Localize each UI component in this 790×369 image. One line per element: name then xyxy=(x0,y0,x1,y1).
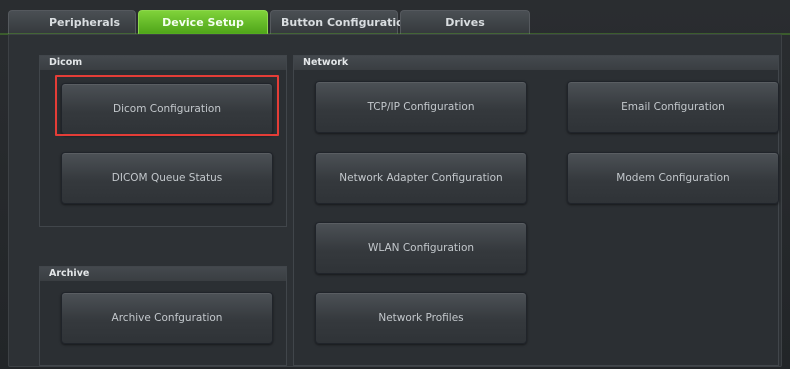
dicom-queue-status-button[interactable]: DICOM Queue Status xyxy=(61,152,273,204)
tab-peripherals[interactable]: Peripherals xyxy=(8,10,136,34)
network-group-title: Network xyxy=(294,56,778,70)
device-setup-window: Peripherals Device Setup Button Configur… xyxy=(0,0,790,369)
tab-button-configuration[interactable]: Button Configuration xyxy=(270,10,412,34)
tab-device-setup[interactable]: Device Setup xyxy=(138,10,268,34)
archive-configuration-button[interactable]: Archive Confguration xyxy=(61,292,273,344)
archive-group: Archive Archive Confguration xyxy=(39,266,287,366)
selection-highlight xyxy=(55,75,279,136)
modem-configuration-button[interactable]: Modem Configuration xyxy=(567,152,779,204)
tab-bar: Peripherals Device Setup Button Configur… xyxy=(8,10,530,34)
email-configuration-button[interactable]: Email Configuration xyxy=(567,81,779,133)
wlan-configuration-button[interactable]: WLAN Configuration xyxy=(315,222,527,274)
tcpip-configuration-button[interactable]: TCP/IP Configuration xyxy=(315,81,527,133)
network-profiles-button[interactable]: Network Profiles xyxy=(315,292,527,344)
network-adapter-configuration-button[interactable]: Network Adapter Configuration xyxy=(315,152,527,204)
dicom-group-title: Dicom xyxy=(40,56,286,70)
network-group: Network TCP/IP Configuration Email Confi… xyxy=(293,55,779,366)
tab-drives[interactable]: Drives xyxy=(400,10,530,34)
archive-group-title: Archive xyxy=(40,267,286,281)
